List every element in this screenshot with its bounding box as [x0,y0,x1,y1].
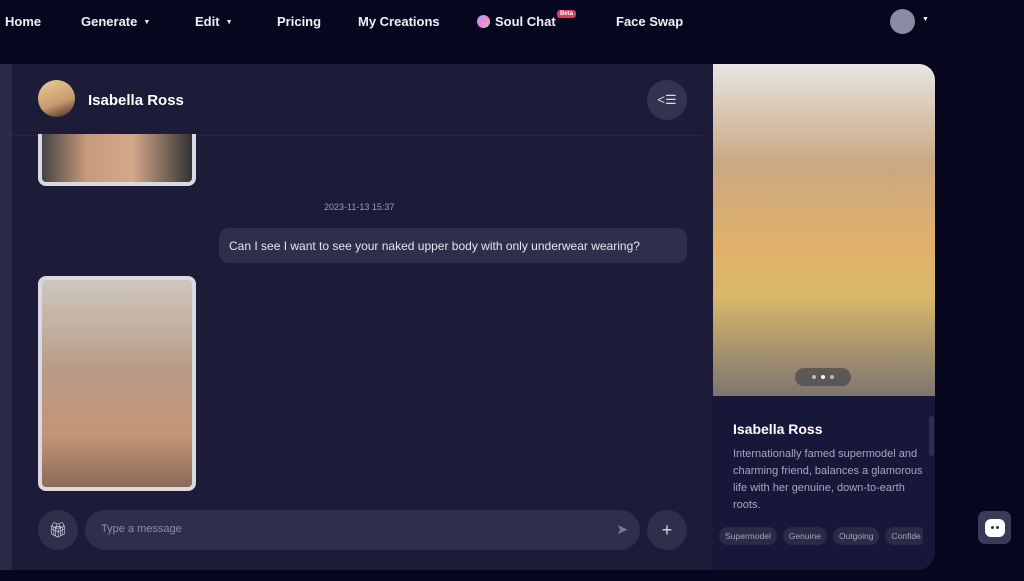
gift-button[interactable]: 🎁︎ [38,510,78,550]
collapse-panel-button[interactable]: <☰ [647,80,687,120]
add-button[interactable]: + [647,510,687,550]
nav-generate[interactable]: Generate ▼ [81,14,150,29]
tag: Outgoing [832,527,880,545]
tag: Genuine [782,527,827,545]
profile-description: Internationally famed supermodel and cha… [733,448,923,511]
tag: Supermodel [719,527,777,545]
caret-down-icon: ▼ [225,19,233,27]
bot-icon [984,518,1005,537]
nav-face-swap[interactable]: Face Swap [616,14,683,29]
profile-panel: Isabella Ross Internationally famed supe… [713,64,935,570]
nav-generate-label: Generate [81,14,138,29]
sidebar-strip [0,64,12,570]
carousel-indicator[interactable] [795,368,851,386]
tag: Confide [885,527,923,545]
message-input-placeholder: Type a message [101,523,182,535]
chat-bot-float-button[interactable] [978,511,1011,544]
profile-tags: Supermodel Genuine Outgoing Confide [719,527,923,545]
user-avatar-icon[interactable] [890,9,915,34]
top-nav: Home Generate ▼ Edit ▼ Pricing My Creation… [0,0,1024,44]
character-name: Isabella Ross [88,92,184,109]
scrollbar[interactable] [929,416,934,456]
chat-image-message[interactable] [38,276,196,491]
collapse-icon: <☰ [657,92,677,107]
nav-home[interactable]: Home [5,14,41,29]
beta-badge: Beta [557,10,577,18]
profile-image[interactable] [713,64,935,396]
chat-header: Isabella Ross <☰ [12,64,702,136]
send-icon[interactable]: ➤ [616,521,628,538]
nav-edit[interactable]: Edit ▼ [195,14,233,29]
nav-soul-chat[interactable]: Soul Chat Beta [477,10,577,29]
user-message-bubble: Can I see I want to see your naked upper… [219,228,687,263]
nav-pricing[interactable]: Pricing [277,14,321,29]
profile-name: Isabella Ross [733,421,823,437]
nav-edit-label: Edit [195,14,220,29]
carousel-dot[interactable] [830,375,834,379]
caret-down-icon[interactable]: ▼ [922,16,929,23]
carousel-dot[interactable] [812,375,816,379]
message-input[interactable]: Type a message ➤ [85,510,640,550]
caret-down-icon: ▼ [143,19,151,27]
gift-icon: 🎁︎ [48,522,68,539]
soul-chat-icon [477,15,490,28]
character-avatar [38,80,75,117]
profile-info: Isabella Ross Internationally famed supe… [713,396,935,570]
carousel-dot-active[interactable] [821,375,825,379]
nav-soul-chat-label: Soul Chat [495,14,556,29]
message-timestamp: 2023-11-13 15:37 [324,202,395,212]
chat-image-message[interactable] [38,134,196,186]
plus-icon: + [661,519,673,540]
nav-my-creations[interactable]: My Creations [358,14,440,29]
